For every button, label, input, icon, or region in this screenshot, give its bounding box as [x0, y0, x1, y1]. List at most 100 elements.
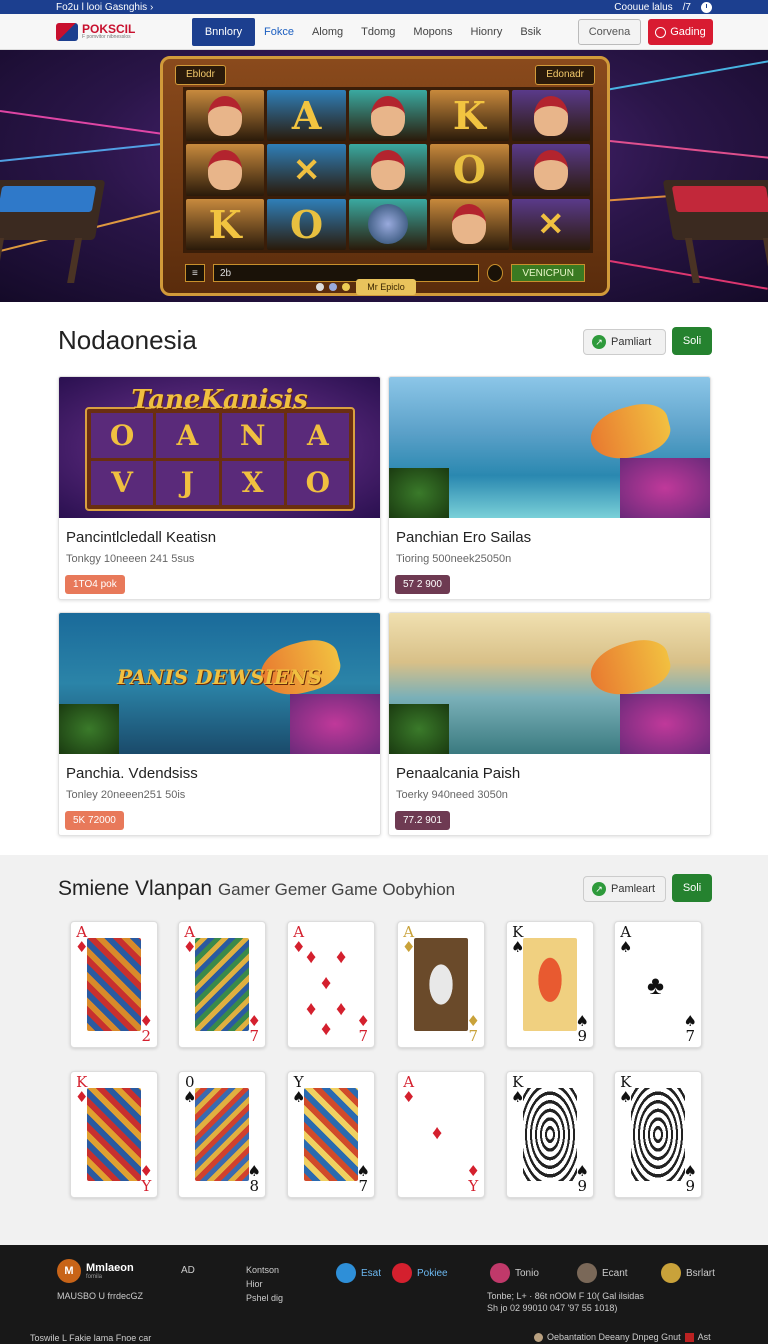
section-filter-button[interactable]: ↗ Pamliart — [583, 329, 666, 355]
nav-item-2[interactable]: Fokce — [255, 18, 303, 46]
top-info-right: Coouue lalus /7 — [614, 1, 712, 13]
social-icon — [392, 1263, 412, 1283]
red-cta-button[interactable]: Gading — [648, 19, 713, 45]
footer-brand-sub: fomila — [86, 1273, 103, 1280]
diamond-icon: ♦ — [336, 998, 347, 1020]
carousel-dot[interactable] — [329, 283, 337, 291]
info-icon — [534, 1332, 543, 1342]
carousel-dot[interactable] — [342, 283, 350, 291]
footer-link[interactable]: Pshel dig — [246, 1293, 283, 1303]
playing-card[interactable]: K ♦ ♦ Y — [70, 1071, 158, 1198]
section-action-button[interactable]: Soli — [672, 327, 712, 355]
card-corner-bottom: ♠ 8 — [247, 1162, 261, 1195]
card-corner-bottom: ♦ Y — [466, 1162, 480, 1195]
game-card-badge[interactable]: 57 2 900 — [395, 575, 450, 594]
social-link-5[interactable]: Bsrlart — [661, 1263, 715, 1283]
nav-item-5[interactable]: Mopons — [404, 18, 461, 46]
card-corner-bottom: ♠ 9 — [575, 1012, 589, 1045]
slot-machine[interactable]: Eblodr Edonadr A K ✕ O K O ✕ ≡ 2b VENICPUN — [160, 56, 610, 296]
social-link-1[interactable]: Esat — [336, 1263, 381, 1283]
game-card-image[interactable] — [389, 613, 710, 754]
reel-symbol-face — [430, 198, 509, 250]
section2-filter-button[interactable]: ↗ Pamleart — [583, 876, 666, 902]
card-corner-bottom: ♦ 7 — [247, 1012, 261, 1045]
site-logo[interactable]: POKSCIL F pomvitor nibnesslos — [56, 22, 190, 41]
footer-logo-icon: M — [57, 1259, 81, 1283]
nav-item-3[interactable]: Alomg — [303, 18, 352, 46]
footer-bottom-left: Toswile L Fakie lama Fnoe car — [30, 1333, 152, 1343]
logo-tagline: F pomvitor nibnesslos — [82, 34, 131, 40]
social-link-2[interactable]: Pokiee — [392, 1263, 448, 1283]
playing-card[interactable]: A ♦ ♦ ♦ Y — [397, 1071, 485, 1198]
game-card-title: Pancintlcledall Keatisn — [66, 529, 217, 546]
slot-badge: Edonadr — [535, 65, 595, 85]
nav-item-7[interactable]: Bsik — [511, 18, 550, 46]
game-card-badge[interactable]: 77.2 901 — [395, 811, 450, 830]
outline-button[interactable]: Corvena — [578, 19, 641, 45]
game-card-image[interactable] — [389, 377, 710, 518]
diamond-icon: ♦ — [336, 946, 347, 968]
social-link-3[interactable]: Tonio — [490, 1263, 539, 1283]
hero-banner[interactable]: Eblodr Edonadr A K ✕ O K O ✕ ≡ 2b VENICPUN — [0, 50, 768, 302]
playing-card[interactable]: A ♦ ♦ 2 — [70, 921, 158, 1048]
card-corner-bottom: ♠ 9 — [683, 1162, 697, 1195]
card-art — [87, 1088, 141, 1181]
playing-card[interactable]: A ♦ ♦ 7 — [178, 921, 266, 1048]
card-corner-bottom: ♦ Y — [139, 1162, 153, 1195]
playing-card[interactable]: A ♠ ♣ ♠ 7 — [614, 921, 702, 1048]
carousel-control[interactable]: Mr Epiclo — [356, 279, 416, 295]
nav-item-4[interactable]: Tdomg — [352, 18, 404, 46]
reel-symbol-swords: ✕ — [267, 144, 346, 196]
game-card[interactable]: Penaalcania Paish Toerky 940need 3050n 77.… — [388, 612, 711, 836]
game-card-image[interactable]: PANIS DEWSIENS — [59, 613, 380, 754]
diamond-icon: ♦ — [306, 998, 317, 1020]
reel-symbol-orb — [348, 198, 428, 250]
section2-subtitle: Gamer Gemer Game Oobyhion — [217, 880, 456, 899]
playing-card[interactable]: K ♠ ♠ 9 — [506, 1071, 594, 1198]
playing-card[interactable]: Y ♠ ♠ 7 — [287, 1071, 375, 1198]
card-games-section: Smiene Vlanpan Gamer Gemer Game Oobyhion… — [0, 855, 768, 1245]
reel-symbol-O: O — [430, 144, 509, 196]
social-icon — [336, 1263, 356, 1283]
carousel-dot[interactable] — [316, 283, 324, 291]
footer-small-left: MAUSBO U frrdecGZ — [57, 1291, 144, 1301]
reel-symbol-O: O — [267, 198, 346, 250]
game-card[interactable]: PANIS DEWSIENS Panchia. Vdendsiss Tonley 2… — [58, 612, 381, 836]
playing-card[interactable]: 0 ♠ ♠ 8 — [178, 1071, 266, 1198]
playing-card[interactable]: K ♠ ♠ 9 — [506, 921, 594, 1048]
arrow-icon: ↗ — [592, 335, 606, 349]
game-card[interactable]: O A N A V J X O TaneKanisis Pancintlcledall Keati… — [58, 376, 381, 600]
diamond-icon: ♦ — [306, 946, 317, 968]
game-card-meta: Tonley 20neeen251 50is — [66, 789, 186, 801]
chevron-circle-icon — [655, 26, 667, 38]
social-label: Bsrlart — [686, 1267, 715, 1279]
playing-card[interactable]: K ♠ ♠ 9 — [614, 1071, 702, 1198]
social-icon — [661, 1263, 681, 1283]
footer-link[interactable]: Kontson — [246, 1265, 283, 1275]
playing-card[interactable]: A ♦ ♦ 7 — [397, 921, 485, 1048]
footer-col-ad[interactable]: AD — [181, 1265, 195, 1276]
menu-icon[interactable]: ≡ — [185, 264, 205, 282]
footer-logo[interactable]: M Mmlaeon fomila — [57, 1259, 134, 1283]
social-label: Ecant — [602, 1267, 628, 1279]
nav-item-1[interactable]: Bnnlory — [192, 17, 255, 46]
social-link-4[interactable]: Ecant — [577, 1263, 628, 1283]
card-corner-bottom: ♠ 7 — [683, 1012, 697, 1045]
footer-link[interactable]: Hior — [246, 1279, 283, 1289]
game-card-badge[interactable]: 5K 72000 — [65, 811, 124, 830]
spin-icon[interactable] — [487, 264, 504, 282]
game-card-badge[interactable]: 1TO4 pok — [65, 575, 125, 594]
section2-action-button[interactable]: Soli — [672, 874, 712, 902]
reel-symbol-K: K — [186, 198, 265, 250]
game-card-banner: PANIS DEWSIENS — [117, 665, 322, 689]
reel-symbol-face — [348, 90, 428, 142]
card-art — [87, 938, 141, 1031]
reel-symbol-swords: ✕ — [511, 198, 590, 250]
nav-item-6[interactable]: Hionry — [462, 18, 512, 46]
game-card-image[interactable]: O A N A V J X O TaneKanisis — [59, 377, 380, 518]
card-art — [195, 1088, 249, 1181]
playing-card[interactable]: A ♦ ♦ ♦ ♦ ♦ ♦ ♦ ♦ 7 — [287, 921, 375, 1048]
carousel-dots[interactable] — [316, 283, 350, 291]
game-card[interactable]: Panchian Ero Sailas Tioring 500neek25050n… — [388, 376, 711, 600]
red-cta-label: Gading — [670, 26, 706, 38]
